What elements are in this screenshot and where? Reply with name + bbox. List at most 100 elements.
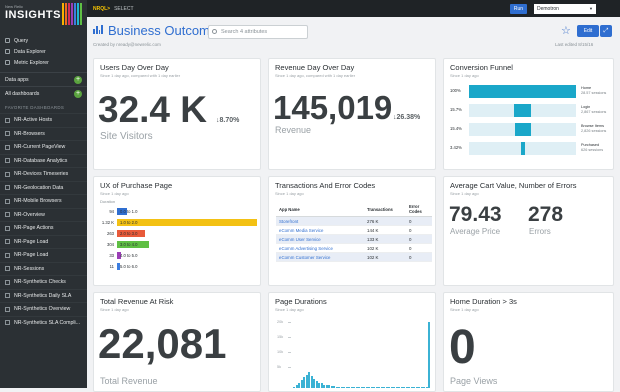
widget-subtitle: Since 1 day ago <box>450 73 479 78</box>
funnel-step[interactable]: 15.7% Login 2,867 sessions <box>450 104 611 117</box>
widget-durations[interactable]: Page Durations Since 1 day ago 20k 15k 10k… <box>268 292 436 392</box>
sidebar-item-dashboard[interactable]: NR-Browsers <box>0 126 87 141</box>
table-row[interactable]: eComm Customer Service 102 K0 <box>276 252 432 262</box>
sidebar-item-metric-explorer[interactable]: Metric Explorer <box>0 57 87 68</box>
app-name-link[interactable]: Storefront <box>276 216 364 226</box>
histogram-row[interactable]: 263 2.0 to 3.0 <box>100 230 260 238</box>
sidebar-item-label: NR-Overview <box>14 211 45 218</box>
sidebar-item-dashboard[interactable]: NR-Devices Timeseries <box>0 167 87 181</box>
brand[interactable]: New Relic INSIGHTS <box>0 0 87 35</box>
sidebar-item-data-explorer[interactable]: Data Explorer <box>0 46 87 57</box>
column-header[interactable]: Transactions <box>364 202 406 217</box>
search-input[interactable]: Search 4 attributes <box>208 25 308 39</box>
billboard-value: 22,081 <box>98 320 227 367</box>
funnel-bar <box>514 104 531 117</box>
sidebar-item-label: Data apps <box>5 76 29 83</box>
table-row[interactable]: eComm Advertising Service 102 K0 <box>276 243 432 253</box>
sidebar-item-dashboard[interactable]: NR-Geolocation Data <box>0 180 87 195</box>
explorer-icon <box>5 49 10 54</box>
sidebar-item-dashboard[interactable]: NR-Sessions <box>0 261 87 276</box>
sidebar-item-dashboard[interactable]: NR-Synthetics Overview <box>0 302 87 316</box>
widget-ux[interactable]: UX of Purchase Page Since 1 day ago Dura… <box>93 176 261 286</box>
widget-title: Transactions And Error Codes <box>275 181 376 190</box>
histogram-row[interactable]: 304 3.0 to 4.0 <box>100 241 260 249</box>
bucket-count: 33 <box>109 253 114 258</box>
sidebar-item-dashboard[interactable]: NR-Mobile Browsers <box>0 194 87 208</box>
histogram-row[interactable]: 1.32 K 1.0 to 2.0 <box>100 219 260 227</box>
widget-subtitle: Since 1 day ago, compared with 1 day ear… <box>100 73 181 78</box>
bucket-count: 263 <box>107 231 114 236</box>
table-row[interactable]: eComm User Service 133 K0 <box>276 234 432 244</box>
table-row[interactable]: Storefront 276 K0 <box>276 216 432 226</box>
logo-stripe <box>65 3 67 25</box>
column-header[interactable]: App Name <box>276 202 364 217</box>
sidebar-item-label: NR-Geolocation Data <box>14 184 64 191</box>
sidebar-item-dashboard[interactable]: NR-Synthetics Daily SLA <box>0 288 87 303</box>
funnel-step[interactable]: 15.4% Browse Items 2,826 sessions <box>450 123 611 136</box>
bucket-range: 1.0 to 2.0 <box>120 220 138 225</box>
widget-subtitle: Since 1 day ago <box>450 191 479 196</box>
app-name-link[interactable]: eComm User Service <box>276 234 364 244</box>
sidebar-item-data-apps[interactable]: Data apps + <box>0 72 87 86</box>
sidebar-item-dashboard[interactable]: NR-Database Analytics <box>0 153 87 168</box>
bucket-count: 94 <box>109 209 114 214</box>
run-button[interactable]: Run <box>510 4 527 14</box>
funnel-step-count: 2,867 sessions <box>581 109 607 114</box>
sidebar-item-dashboard[interactable]: NR-Active Hosts <box>0 113 87 127</box>
sidebar-item-dashboard[interactable]: NR-Overview <box>0 207 87 222</box>
bucket-range: 2.0 to 3.0 <box>120 231 138 236</box>
sidebar-item-all-dashboards[interactable]: All dashboards + <box>0 86 87 100</box>
sidebar-item-dashboard[interactable]: NR-Page Actions <box>0 221 87 235</box>
last-edited: Last edited 8/15/16 <box>555 42 594 47</box>
bucket-range: 5.0 to 6.0 <box>120 264 138 269</box>
widget-risk[interactable]: Total Revenue At Risk Since 1 day ago 22… <box>93 292 261 392</box>
column-header[interactable]: Error Codes <box>406 202 432 217</box>
sidebar-item-dashboard[interactable]: NR-Page Load <box>0 234 87 249</box>
app-name-link[interactable]: eComm Customer Service <box>276 252 364 262</box>
logo-stripe <box>80 3 82 25</box>
widget-users[interactable]: Users Day Over Day Since 1 day ago, comp… <box>93 58 261 170</box>
account-select[interactable]: Demotron ▼ <box>534 4 596 14</box>
histogram-row[interactable]: 33 4.0 to 5.0 <box>100 252 260 260</box>
billboard-label: Page Views <box>450 376 498 386</box>
histogram-row[interactable]: 94 0.0 to 1.0 <box>100 208 260 216</box>
histogram-bar[interactable] <box>428 322 430 388</box>
y-tick <box>288 352 291 353</box>
sidebar-item-label: NR-Current PageView <box>14 144 66 151</box>
sidebar-item-query[interactable]: Query <box>0 35 87 46</box>
sidebar-item-dashboard[interactable]: NR-Synthetics Checks <box>0 275 87 289</box>
histogram-row[interactable]: 11 5.0 to 6.0 <box>100 263 260 271</box>
funnel-step[interactable]: 100% Home 28.57 sessions <box>450 85 611 98</box>
search-placeholder: Search 4 attributes <box>221 29 268 35</box>
sidebar-item-dashboard[interactable]: NR-Current PageView <box>0 140 87 154</box>
widget-subtitle: Since 1 day ago <box>100 191 129 196</box>
widget-transactions[interactable]: Transactions And Error Codes Since 1 day… <box>268 176 436 286</box>
add-dashboard-icon[interactable]: + <box>74 89 82 98</box>
y-tick <box>288 322 291 323</box>
dashboard-icon <box>5 279 10 285</box>
fullscreen-icon[interactable]: ⤢ <box>600 25 612 37</box>
app-name-link[interactable]: eComm Media Service <box>276 225 364 235</box>
star-icon[interactable]: ☆ <box>561 24 571 37</box>
dashboard-icon <box>5 320 10 326</box>
sidebar-item-label: Data Explorer <box>14 48 46 55</box>
chevron-down-icon: ▼ <box>589 6 593 11</box>
funnel-step[interactable]: 3.42% Purchased 626 sessions <box>450 142 611 155</box>
sidebar-item-dashboard[interactable]: NR-Page Load <box>0 248 87 262</box>
sidebar-item-dashboard[interactable]: NR-Synthetics SLA Compli... <box>0 315 87 330</box>
app-name-link[interactable]: eComm Advertising Service <box>276 243 364 253</box>
dashboard-icon <box>5 198 10 204</box>
add-data-app-icon[interactable]: + <box>74 75 82 84</box>
widget-cart[interactable]: Average Cart Value, Number of Errors Sin… <box>443 176 614 286</box>
widget-funnel[interactable]: Conversion Funnel Since 1 day ago 100% Ho… <box>443 58 614 170</box>
metric-icon <box>5 60 10 65</box>
widget-home[interactable]: Home Duration > 3s Since 1 day ago 0 Pag… <box>443 292 614 392</box>
page-title: Business Outcomes <box>108 23 224 38</box>
widget-subtitle: Since 1 day ago <box>100 307 129 312</box>
widget-revenue[interactable]: Revenue Day Over Day Since 1 day ago, co… <box>268 58 436 170</box>
table-row[interactable]: eComm Media Service 144 K0 <box>276 225 432 235</box>
query-input[interactable]: SELECT <box>114 6 133 12</box>
edit-button[interactable]: Edit <box>577 25 599 37</box>
dashboard-icon <box>93 25 103 34</box>
query-bar: NRQL> SELECT Run Demotron ▼ <box>87 0 620 17</box>
